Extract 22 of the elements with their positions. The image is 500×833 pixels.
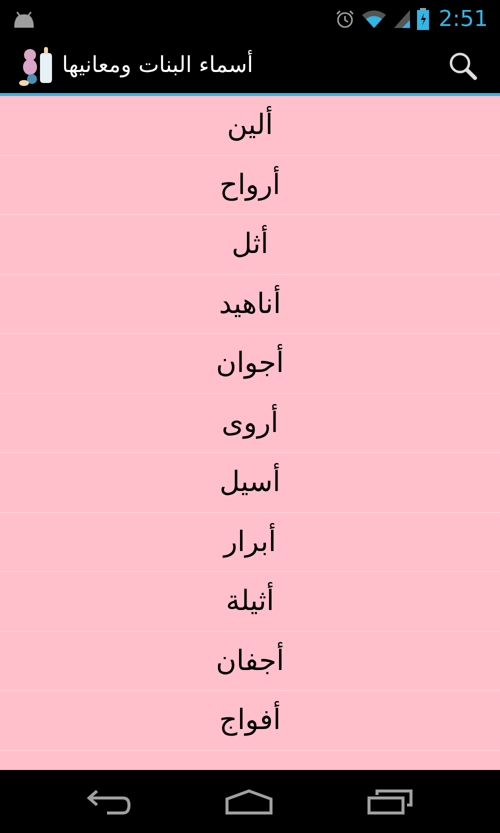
wifi-icon (360, 9, 387, 29)
alarm-icon (334, 9, 355, 29)
name-list-item[interactable]: أرواح (220, 164, 280, 206)
name-list-item[interactable]: ألين (226, 104, 274, 146)
back-icon[interactable] (87, 788, 131, 814)
name-list-item[interactable]: أبرار (224, 520, 276, 563)
name-list-item[interactable]: أفواج (219, 699, 281, 742)
name-list-item[interactable]: أروى (222, 402, 278, 444)
home-icon[interactable] (225, 788, 273, 814)
name-list-item[interactable]: أثل (232, 223, 268, 266)
name-list-item[interactable]: أسيل (220, 461, 280, 504)
battery-icon (416, 8, 429, 30)
clock-time: 2:51 (438, 6, 488, 34)
app-title: أسماء البنات ومعانيها (62, 49, 254, 82)
recent-apps-icon[interactable] (367, 788, 413, 814)
search-icon[interactable] (448, 50, 478, 80)
android-icon (12, 10, 36, 28)
name-list-item[interactable]: أجوان (216, 342, 284, 384)
name-list-item[interactable]: أجفان (216, 640, 284, 682)
signal-icon (392, 9, 411, 29)
name-list-item[interactable]: أناهيد (218, 282, 281, 325)
name-list-item[interactable]: أثيلة (226, 580, 274, 622)
